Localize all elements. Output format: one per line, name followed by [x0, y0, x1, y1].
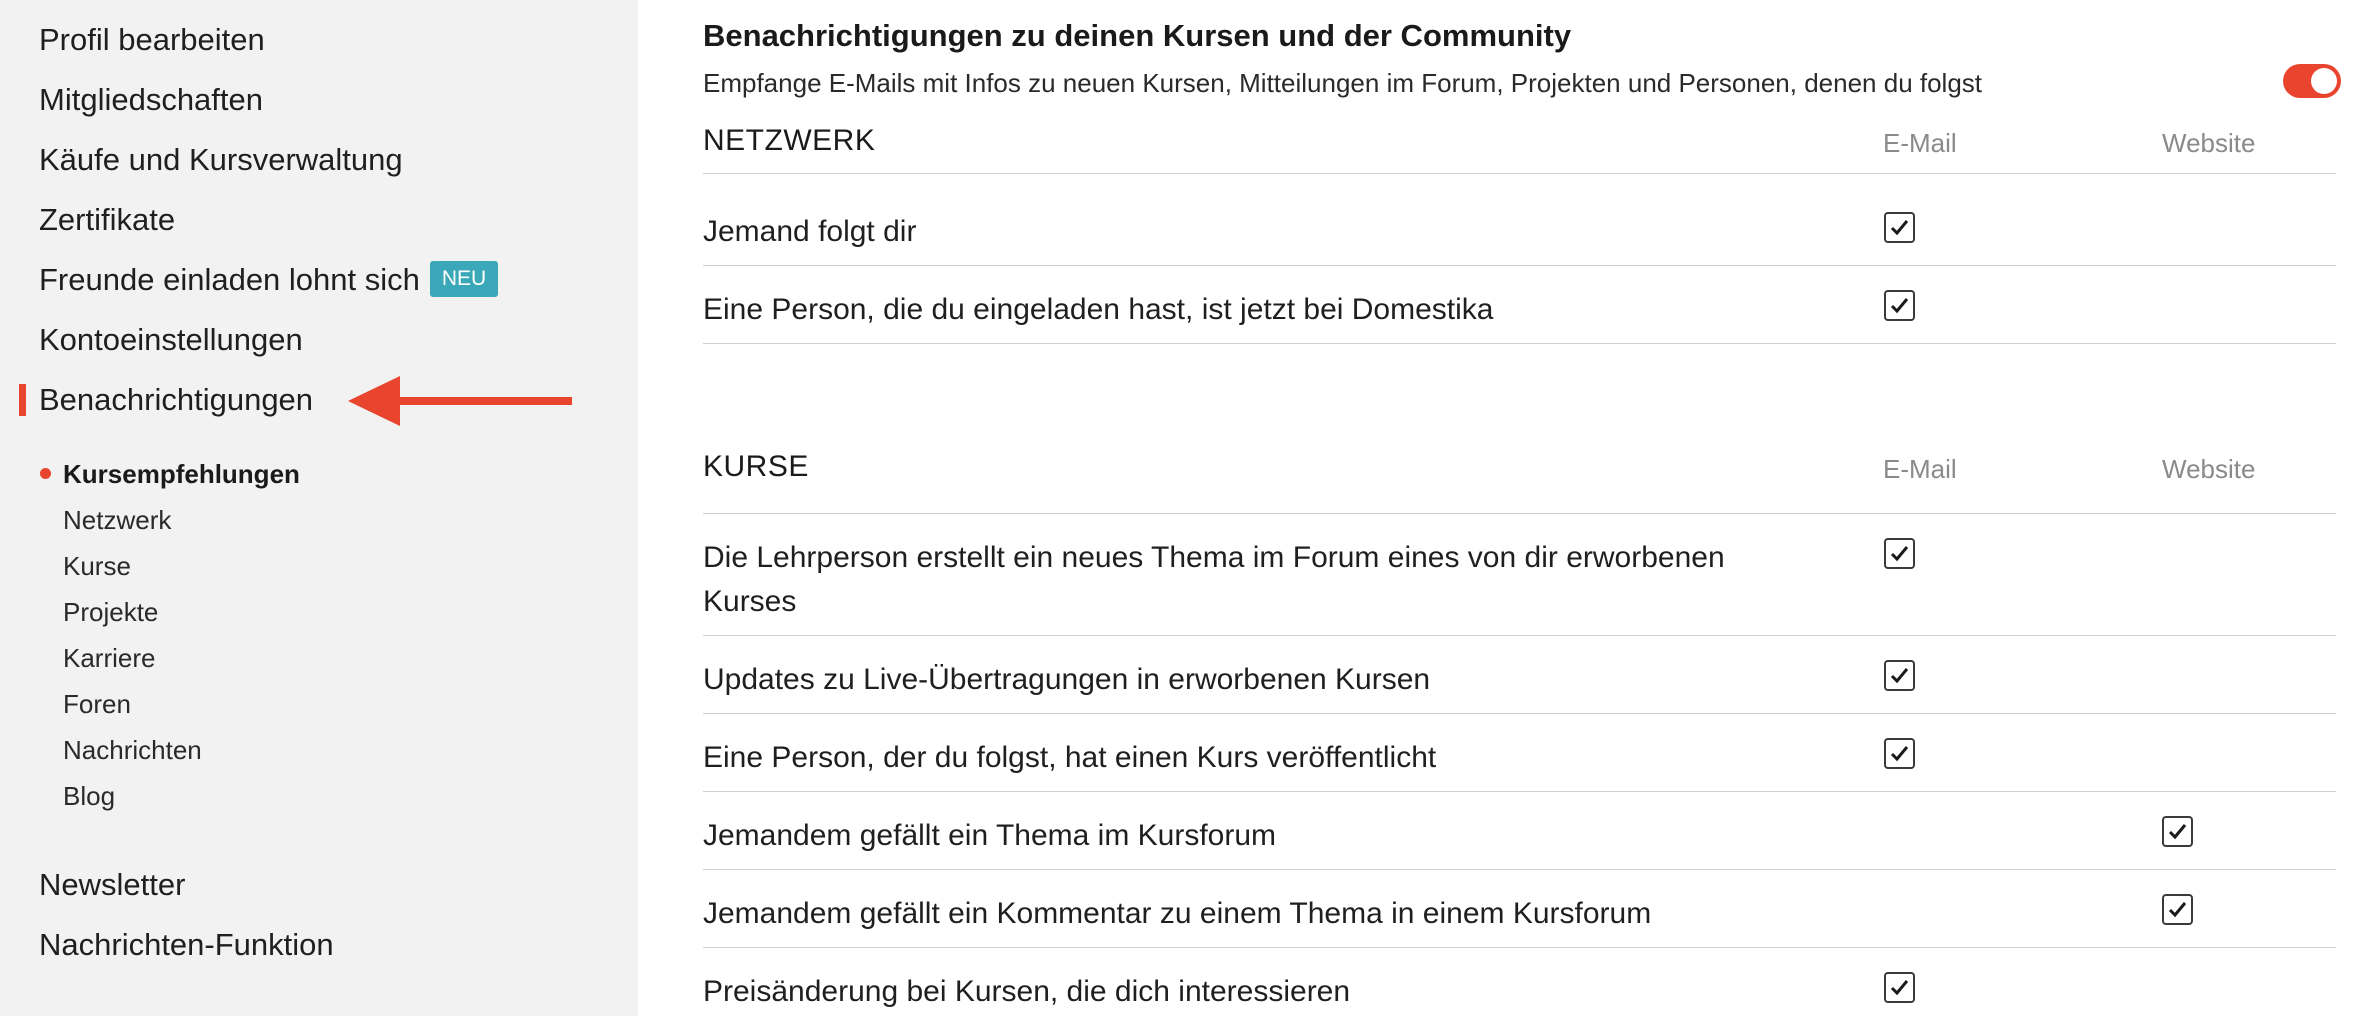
section-title: Benachrichtigungen zu deinen Kursen und … [703, 18, 1572, 53]
checkmark-icon [1890, 220, 1909, 236]
sidebar-item-kontoeinstellungen[interactable]: Kontoeinstellungen [39, 318, 303, 362]
sidebar-item-zertifikate[interactable]: Zertifikate [39, 198, 175, 242]
sidebar-item-label: Freunde einladen lohnt sich [39, 262, 420, 297]
sidebar-item-mitgliedschaften[interactable]: Mitgliedschaften [39, 78, 263, 122]
row-label: Updates zu Live-Übertragungen in erworbe… [703, 663, 1431, 696]
row-label: Preisänderung bei Kursen, die dich inter… [703, 975, 1351, 1008]
email-checkbox[interactable] [1884, 972, 1915, 1003]
app: Profil bearbeiten Mitgliedschaften Käufe… [0, 0, 2354, 1016]
checkmark-icon [2168, 824, 2187, 840]
subitem-foren[interactable]: Foren [63, 686, 131, 722]
row-label: Die Lehrperson erstellt ein neues Thema … [703, 541, 1725, 618]
sidebar-item-benachrichtigungen[interactable]: Benachrichtigungen [39, 378, 313, 422]
table-row: Eine Person, die du eingeladen hast, ist… [703, 266, 2336, 344]
community-notifications-toggle[interactable] [2283, 64, 2341, 98]
checkmark-icon [1890, 746, 1909, 762]
email-checkbox[interactable] [1884, 738, 1915, 769]
notifications-panel: Benachrichtigungen zu deinen Kursen und … [638, 0, 2354, 1016]
website-checkbox[interactable] [2162, 816, 2193, 847]
sidebar-item-kaeufe[interactable]: Käufe und Kursverwaltung [39, 138, 403, 182]
column-label-email: E-Mail [1883, 454, 1957, 484]
table-row: Preisänderung bei Kursen, die dich inter… [703, 948, 2336, 1016]
table-row: Die Lehrperson erstellt ein neues Thema … [703, 514, 2336, 636]
email-checkbox[interactable] [1884, 538, 1915, 569]
email-checkbox[interactable] [1884, 660, 1915, 691]
current-subitem-dot [40, 468, 51, 479]
checkmark-icon [1890, 668, 1909, 684]
email-checkbox[interactable] [1884, 290, 1915, 321]
red-arrow-annotation [348, 376, 572, 426]
subitem-projekte[interactable]: Projekte [63, 594, 158, 630]
new-badge: NEU [429, 260, 499, 297]
checkmark-icon [2168, 902, 2187, 918]
subitem-kurse[interactable]: Kurse [63, 548, 131, 584]
group-header-netzwerk: NETZWERK E-Mail Website [703, 124, 2336, 174]
sidebar-item-freunde-einladen[interactable]: Freunde einladen lohnt sich NEU [39, 258, 499, 302]
table-row: Jemandem gefällt ein Thema im Kursforum [703, 792, 2336, 870]
active-indicator [19, 384, 26, 416]
subitem-netzwerk[interactable]: Netzwerk [63, 502, 171, 538]
group-header-kurse: KURSE E-Mail Website [703, 450, 2336, 514]
subitem-kursempfehlungen[interactable]: Kursempfehlungen [63, 456, 300, 492]
table-row: Updates zu Live-Übertragungen in erworbe… [703, 636, 2336, 714]
group-title: KURSE [703, 450, 809, 483]
table-row: Eine Person, der du folgst, hat einen Ku… [703, 714, 2336, 792]
row-label: Jemandem gefällt ein Kommentar zu einem … [703, 897, 1652, 930]
checkmark-icon [1890, 298, 1909, 314]
sidebar-item-nachrichten-funktion[interactable]: Nachrichten-Funktion [39, 923, 334, 967]
sidebar-item-newsletter[interactable]: Newsletter [39, 863, 185, 907]
subitem-blog[interactable]: Blog [63, 778, 115, 814]
table-row: Jemand folgt dir [703, 188, 2336, 266]
subitem-karriere[interactable]: Karriere [63, 640, 155, 676]
website-checkbox[interactable] [2162, 894, 2193, 925]
column-label-website: Website [2162, 128, 2256, 158]
row-label: Jemand folgt dir [703, 215, 917, 248]
toggle-knob [2311, 68, 2337, 94]
row-label: Eine Person, die du eingeladen hast, ist… [703, 293, 1494, 326]
column-label-email: E-Mail [1883, 128, 1957, 158]
row-label: Jemandem gefällt ein Thema im Kursforum [703, 819, 1277, 852]
group-title: NETZWERK [703, 124, 876, 157]
sidebar-item-profil[interactable]: Profil bearbeiten [39, 18, 265, 62]
table-row: Jemandem gefällt ein Kommentar zu einem … [703, 870, 2336, 948]
checkmark-icon [1890, 980, 1909, 996]
checkmark-icon [1890, 546, 1909, 562]
email-checkbox[interactable] [1884, 212, 1915, 243]
section-description: Empfange E-Mails mit Infos zu neuen Kurs… [703, 68, 1983, 98]
column-label-website: Website [2162, 454, 2256, 484]
row-label: Eine Person, der du folgst, hat einen Ku… [703, 741, 1437, 774]
sidebar: Profil bearbeiten Mitgliedschaften Käufe… [0, 0, 638, 1016]
subitem-nachrichten[interactable]: Nachrichten [63, 732, 202, 768]
